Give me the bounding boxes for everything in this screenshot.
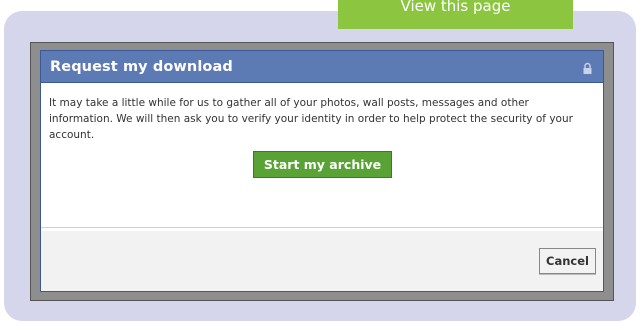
- start-button-wrap: Start my archive: [49, 151, 594, 178]
- callout-banner: View this page: [338, 0, 573, 29]
- dialog-header: Request my download: [41, 51, 603, 83]
- dialog-title: Request my download: [50, 58, 233, 75]
- callout-text: View this page: [400, 0, 511, 15]
- dialog-message: It may take a little while for us to gat…: [49, 97, 573, 141]
- dialog-body: It may take a little while for us to gat…: [41, 83, 603, 228]
- dialog-content: Request my download It may take a little…: [40, 50, 604, 292]
- lock-icon: [582, 60, 593, 74]
- download-dialog: Request my download It may take a little…: [30, 42, 614, 301]
- page: View this page Request my download It ma…: [0, 0, 643, 325]
- dialog-footer: Cancel: [41, 231, 603, 291]
- cancel-button[interactable]: Cancel: [539, 248, 596, 274]
- start-archive-button[interactable]: Start my archive: [252, 151, 393, 178]
